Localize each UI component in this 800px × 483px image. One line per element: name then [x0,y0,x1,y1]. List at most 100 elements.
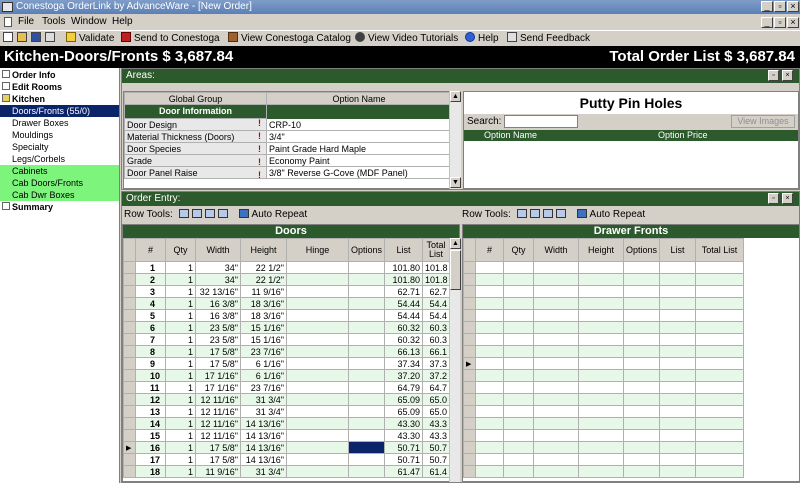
nav-summary[interactable]: Summary [0,201,119,213]
height-cell[interactable]: 18 3/16" [240,297,287,310]
empty-cell[interactable] [533,297,579,310]
empty-cell[interactable] [503,333,534,346]
option-name-cell[interactable]: Door Panel Raise [124,166,267,179]
empty-cell[interactable] [659,393,696,406]
width-cell[interactable]: 17 5/8" [195,441,241,454]
total-list-cell[interactable]: 37.3 [422,357,450,370]
table-row[interactable]: 14 1 12 11/16" 14 13/16" 43.30 43.3 [123,417,450,430]
width-cell[interactable]: 17 1/16" [195,369,241,382]
row-indicator[interactable] [123,321,136,334]
empty-cell[interactable] [659,465,696,478]
table-row[interactable] [463,429,744,442]
options-cell[interactable] [348,321,385,334]
row-indicator[interactable] [463,465,476,478]
table-row[interactable]: 5 1 16 3/8" 18 3/16" 54.44 54.4 [123,309,450,322]
empty-cell[interactable] [578,345,624,358]
row-number[interactable]: 4 [135,297,166,310]
empty-cell[interactable] [533,429,579,442]
empty-cell[interactable] [475,393,504,406]
empty-cell[interactable] [659,357,696,370]
empty-cell[interactable] [659,285,696,298]
search-input[interactable] [504,115,578,128]
view-images-button[interactable]: View Images [731,115,795,128]
empty-cell[interactable] [503,273,534,286]
table-row[interactable]: 13 1 12 11/16" 31 3/4" 65.09 65.0 [123,405,450,418]
qty-cell[interactable]: 1 [165,261,196,274]
view-catalog-button[interactable]: View Conestoga Catalog [228,31,351,46]
qty-cell[interactable]: 1 [165,441,196,454]
total-list-cell[interactable]: 61.4 [422,465,450,478]
qty-cell[interactable]: 1 [165,429,196,442]
hinge-cell[interactable] [286,309,349,322]
hinge-cell[interactable] [286,453,349,466]
empty-cell[interactable] [695,429,744,442]
total-list-cell[interactable]: 60.3 [422,333,450,346]
doors-scrollbar[interactable]: ▲ [449,238,461,482]
empty-cell[interactable] [623,309,660,322]
maximize-button[interactable]: ▫ [774,1,786,12]
total-list-cell[interactable]: 37.2 [422,369,450,382]
empty-cell[interactable] [533,333,579,346]
row-indicator[interactable] [123,309,136,322]
row-indicator[interactable] [123,465,136,478]
row-indicator[interactable] [463,453,476,466]
row-indicator[interactable] [463,285,476,298]
qty-cell[interactable]: 1 [165,273,196,286]
table-row[interactable] [463,333,744,346]
row-indicator[interactable] [463,441,476,454]
row-indicator[interactable] [123,297,136,310]
list-cell[interactable]: 43.30 [384,417,423,430]
row-indicator[interactable] [123,345,136,358]
empty-cell[interactable] [578,429,624,442]
qty-cell[interactable]: 1 [165,345,196,358]
empty-cell[interactable] [578,381,624,394]
empty-cell[interactable] [533,273,579,286]
empty-cell[interactable] [475,381,504,394]
nav-legs-corbels[interactable]: Legs/Corbels [0,153,119,165]
empty-cell[interactable] [659,309,696,322]
height-cell[interactable]: 22 1/2" [240,261,287,274]
row-number[interactable]: 17 [135,453,166,466]
option-value-cell[interactable]: CRP-10 [266,118,449,131]
row-number[interactable]: 6 [135,321,166,334]
empty-cell[interactable] [533,381,579,394]
empty-cell[interactable] [659,273,696,286]
table-row[interactable] [463,453,744,466]
table-row[interactable] [463,369,744,382]
width-cell[interactable]: 12 11/16" [195,393,241,406]
width-cell[interactable]: 17 5/8" [195,453,241,466]
width-cell[interactable]: 23 5/8" [195,321,241,334]
hinge-cell[interactable] [286,285,349,298]
list-cell[interactable]: 101.80 [384,261,423,274]
empty-cell[interactable] [533,261,579,274]
empty-cell[interactable] [695,333,744,346]
empty-cell[interactable] [695,369,744,382]
mdi-minimize-button[interactable]: _ [761,17,773,28]
empty-cell[interactable] [533,285,579,298]
order-restore-button[interactable]: ▫ [768,193,779,204]
menu-file[interactable]: File [18,14,34,30]
qty-cell[interactable]: 1 [165,369,196,382]
help-button[interactable]: Help [465,31,499,46]
row-number[interactable]: 1 [135,261,166,274]
total-list-cell[interactable]: 50.7 [422,453,450,466]
list-cell[interactable]: 60.32 [384,321,423,334]
options-cell[interactable] [348,273,385,286]
empty-cell[interactable] [503,357,534,370]
list-cell[interactable]: 37.34 [384,357,423,370]
list-cell[interactable]: 65.09 [384,405,423,418]
height-cell[interactable]: 14 13/16" [240,453,287,466]
options-cell[interactable] [348,369,385,382]
nav-specialty[interactable]: Specialty [0,141,119,153]
qty-cell[interactable]: 1 [165,405,196,418]
row-indicator[interactable] [463,345,476,358]
empty-cell[interactable] [475,453,504,466]
auto-repeat-toggle[interactable]: Auto Repeat [236,209,307,220]
row-indicator[interactable] [463,381,476,394]
areas-close-button[interactable]: × [782,70,793,81]
close-button[interactable]: × [787,1,799,12]
option-value-cell[interactable]: 3/8" Reverse G-Cove (MDF Panel) [266,166,449,179]
empty-cell[interactable] [533,465,579,478]
row-indicator[interactable] [123,393,136,406]
row-number[interactable]: 8 [135,345,166,358]
